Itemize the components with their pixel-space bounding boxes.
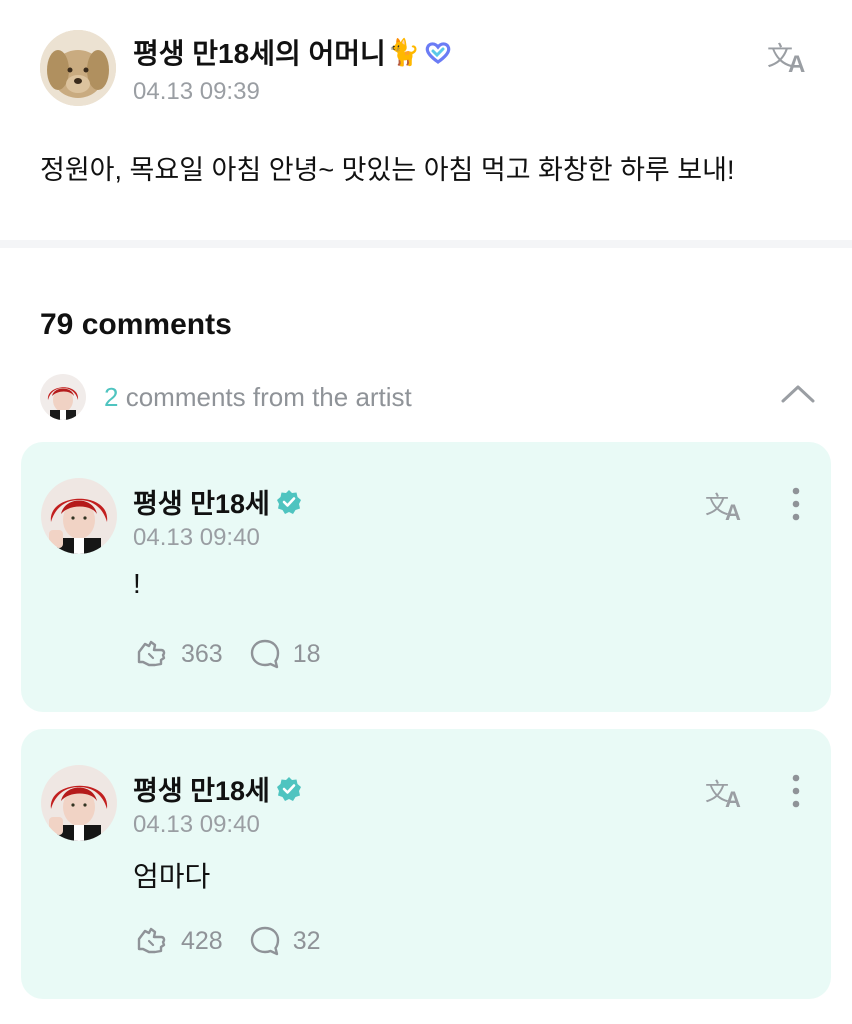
comment-avatar[interactable] xyxy=(41,765,117,841)
post-body: 정원아, 목요일 아침 안녕~ 맛있는 아침 먹고 화창한 하루 보내! xyxy=(40,155,735,185)
post-timestamp: 04.13 09:39 xyxy=(133,78,260,105)
heart-badge-icon xyxy=(424,40,452,64)
more-options-icon[interactable] xyxy=(783,773,809,809)
svg-text:A: A xyxy=(725,787,741,809)
chevron-up-icon[interactable] xyxy=(780,382,816,406)
artist-comments-count: 2 xyxy=(104,381,119,412)
comment-author[interactable]: 평생 만18세 xyxy=(133,482,302,521)
reply-icon[interactable] xyxy=(249,638,281,670)
translate-icon[interactable]: 文 A xyxy=(705,488,749,525)
comment-body: 엄마다 xyxy=(133,861,211,892)
svg-text:A: A xyxy=(788,51,805,74)
verified-badge-icon xyxy=(276,776,302,802)
like-icon[interactable] xyxy=(133,638,169,670)
post: 평생 만18세의 어머니 🐈 04.13 09:39 文 A 정원아, 목요일 … xyxy=(0,0,852,240)
post-author[interactable]: 평생 만18세의 어머니 🐈 xyxy=(133,32,452,72)
like-icon[interactable] xyxy=(133,925,169,957)
artist-comments-toggle[interactable]: 2 comments from the artist xyxy=(40,374,816,420)
like-count: 428 xyxy=(181,926,223,955)
reply-icon[interactable] xyxy=(249,925,281,957)
artist-comments-text: comments from the artist xyxy=(125,381,412,412)
translate-icon[interactable]: 文 A xyxy=(766,38,812,78)
artist-comment-card: 평생 만18세 04.13 09:40 ! 文 A 363 18 xyxy=(21,442,831,712)
comment-avatar[interactable] xyxy=(41,478,117,554)
reply-count: 18 xyxy=(292,639,321,668)
comment-author-name: 평생 만18세 xyxy=(133,776,270,806)
verified-badge-icon xyxy=(276,489,302,515)
comment-author[interactable]: 평생 만18세 xyxy=(133,769,302,808)
comments-count-title: 79 comments xyxy=(40,308,232,341)
reply-count: 32 xyxy=(292,926,321,955)
comment-author-name: 평생 만18세 xyxy=(133,489,270,519)
cat-emoji: 🐈 xyxy=(387,37,421,67)
comment-actions: 363 18 xyxy=(133,638,321,670)
artist-comment-card: 평생 만18세 04.13 09:40 엄마다 文 A 428 32 xyxy=(21,729,831,999)
section-divider xyxy=(0,240,852,248)
more-options-icon[interactable] xyxy=(783,486,809,522)
svg-text:A: A xyxy=(725,500,741,522)
comment-timestamp: 04.13 09:40 xyxy=(133,811,260,838)
translate-icon[interactable]: 文 A xyxy=(705,775,749,812)
like-count: 363 xyxy=(181,639,223,668)
artist-avatar xyxy=(40,374,86,420)
artist-comments-label: 2 comments from the artist xyxy=(104,382,412,413)
post-author-name: 평생 만18세의 어머니 xyxy=(133,38,386,69)
comment-actions: 428 32 xyxy=(133,925,321,957)
comment-timestamp: 04.13 09:40 xyxy=(133,524,260,551)
author-avatar[interactable] xyxy=(40,30,116,106)
comment-body: ! xyxy=(133,568,141,599)
